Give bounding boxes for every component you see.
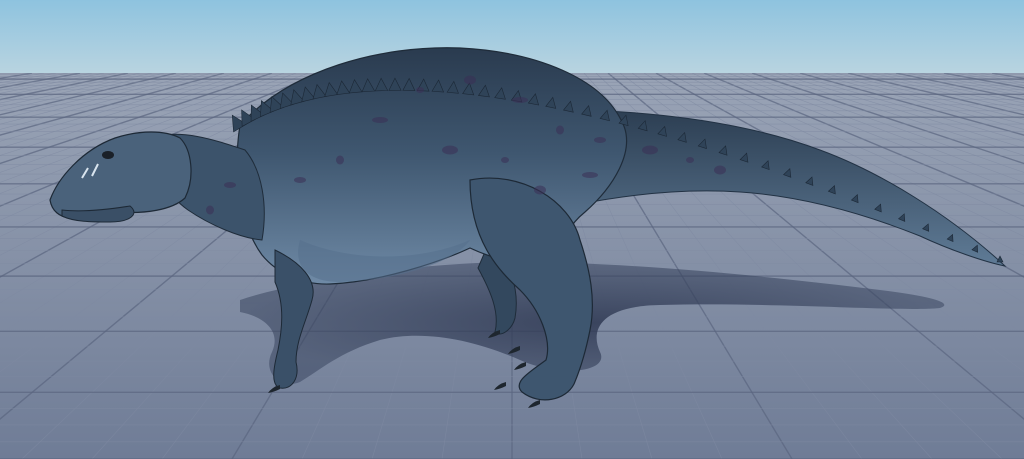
spot bbox=[442, 145, 458, 155]
spot bbox=[501, 157, 509, 163]
spot bbox=[582, 172, 598, 178]
spot bbox=[686, 157, 694, 163]
spot bbox=[464, 75, 476, 85]
spot bbox=[534, 185, 546, 195]
dinosaur-eye bbox=[102, 151, 114, 159]
spot bbox=[372, 117, 388, 123]
spot bbox=[594, 137, 606, 143]
scene-canvas bbox=[0, 0, 1024, 459]
spot bbox=[512, 97, 528, 103]
render-viewport bbox=[0, 0, 1024, 459]
spot bbox=[714, 165, 726, 175]
spot bbox=[416, 87, 424, 93]
spot bbox=[294, 177, 306, 183]
spot bbox=[642, 145, 658, 155]
spot bbox=[224, 182, 236, 188]
spot bbox=[556, 125, 564, 135]
spot bbox=[206, 205, 214, 215]
spot bbox=[336, 155, 344, 165]
